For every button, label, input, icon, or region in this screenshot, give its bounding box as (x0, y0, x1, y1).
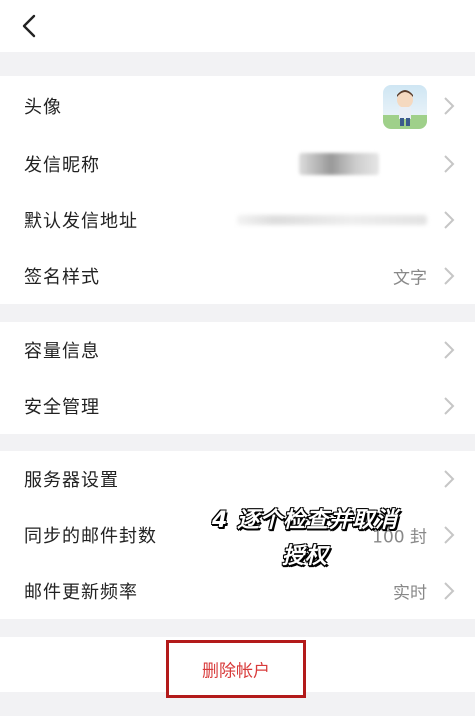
row-signature-style[interactable]: 签名样式 文字 (0, 248, 475, 304)
chevron-right-icon (444, 155, 455, 173)
chevron-right-icon (444, 267, 455, 285)
chevron-right-icon (444, 341, 455, 359)
account-settings-group: 头像 发信昵称 默认发信地址 签名样式 文字 (0, 76, 475, 304)
top-bar (0, 0, 475, 52)
delete-account-highlight: 删除帐户 (166, 640, 306, 698)
chevron-right-icon (444, 470, 455, 488)
redacted-nickname (299, 153, 379, 175)
row-security[interactable]: 安全管理 (0, 378, 475, 434)
redacted-address (237, 215, 427, 225)
chevron-right-icon (444, 97, 455, 115)
row-label: 签名样式 (24, 267, 100, 288)
chevron-right-icon (444, 582, 455, 600)
chevron-right-icon (444, 211, 455, 229)
row-label: 同步的邮件封数 (24, 526, 157, 547)
row-label: 默认发信地址 (24, 211, 138, 232)
row-sender-address[interactable]: 默认发信地址 (0, 192, 475, 248)
row-storage[interactable]: 容量信息 (0, 322, 475, 378)
row-label: 服务器设置 (24, 470, 119, 491)
row-nickname[interactable]: 发信昵称 (0, 136, 475, 192)
row-value: 实时 (393, 583, 427, 604)
chevron-right-icon (444, 526, 455, 544)
caption-line: 4 逐个检查并取消 (212, 508, 398, 533)
annotation-caption: 4 逐个检查并取消 授权 (190, 503, 420, 575)
chevron-right-icon (444, 397, 455, 415)
delete-account-section: 删除帐户 (0, 637, 475, 698)
row-server-settings[interactable]: 服务器设置 (0, 451, 475, 507)
chevron-left-icon[interactable] (16, 12, 44, 40)
row-label: 头像 (24, 97, 62, 118)
storage-security-group: 容量信息 安全管理 (0, 322, 475, 434)
row-avatar[interactable]: 头像 (0, 76, 475, 136)
caption-line: 授权 (281, 544, 328, 569)
row-label: 安全管理 (24, 397, 100, 418)
delete-account-button[interactable]: 删除帐户 (169, 657, 303, 682)
avatar (383, 85, 427, 129)
row-label: 发信昵称 (24, 155, 100, 176)
row-label: 邮件更新频率 (24, 582, 138, 603)
row-value: 文字 (393, 268, 427, 289)
row-label: 容量信息 (24, 341, 100, 362)
